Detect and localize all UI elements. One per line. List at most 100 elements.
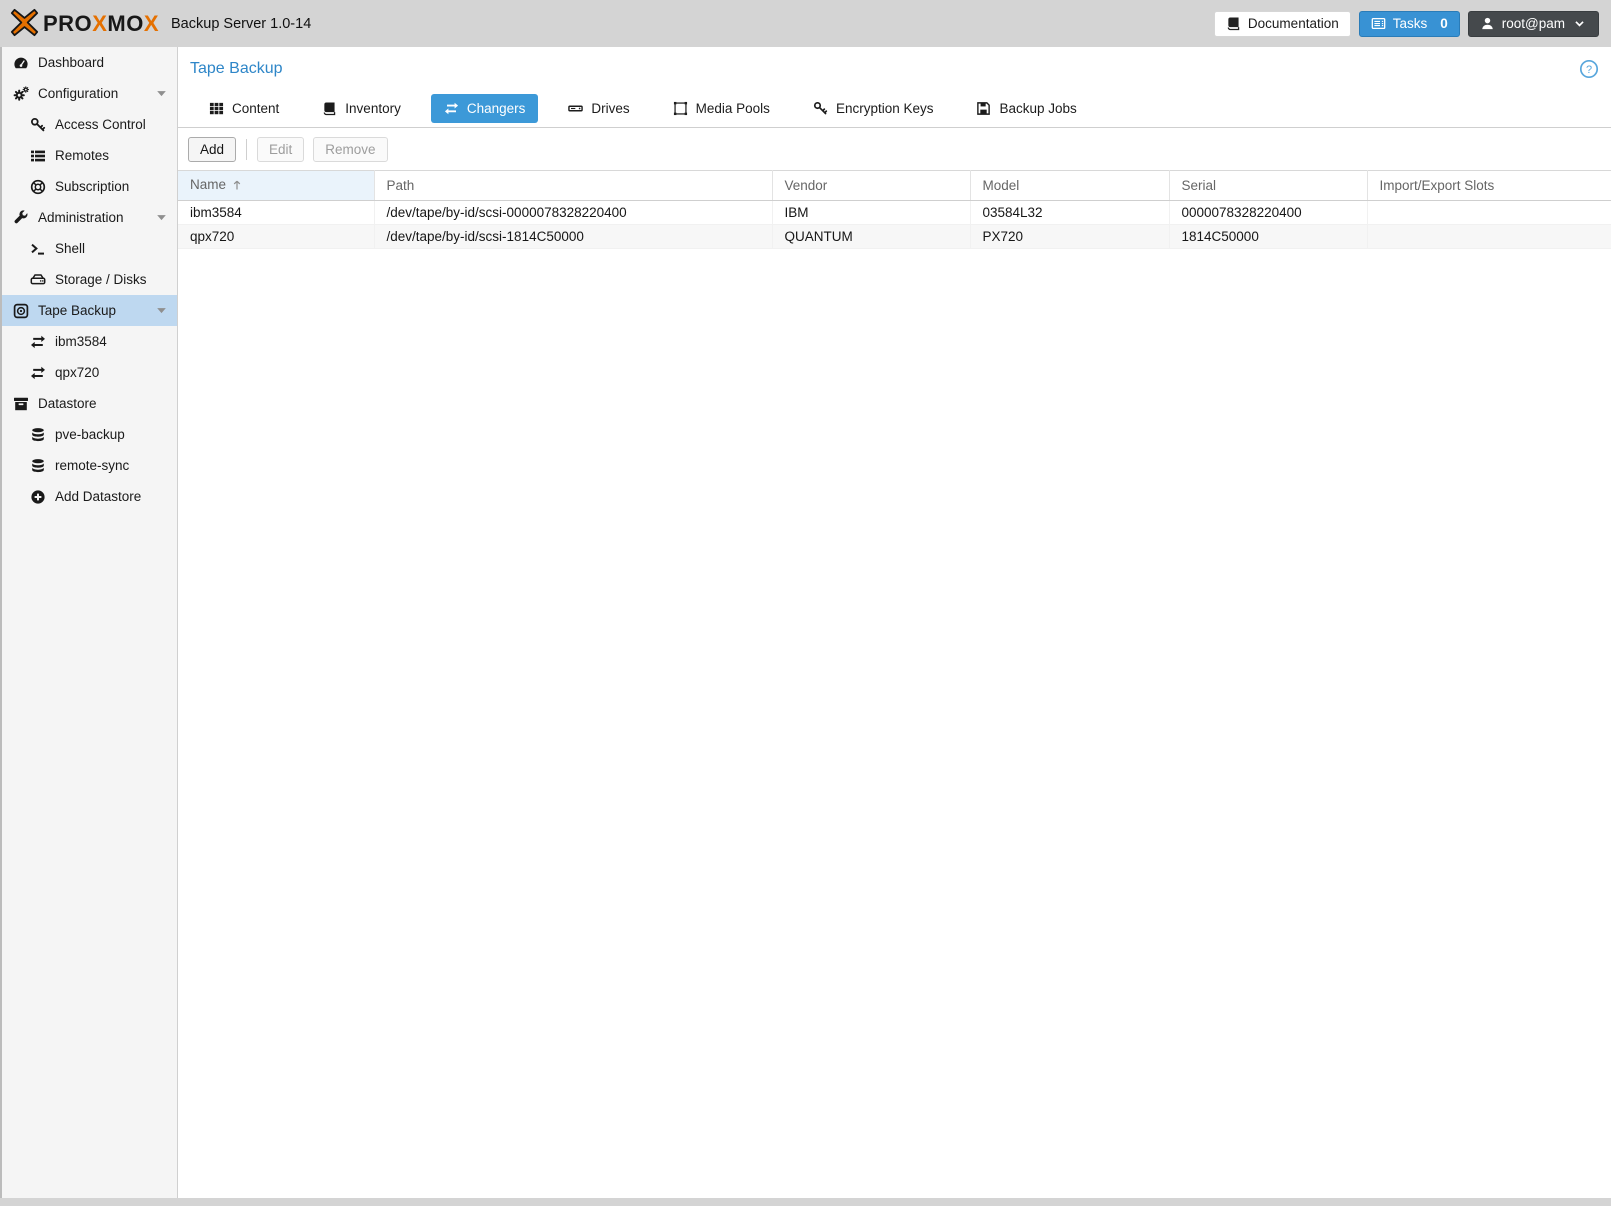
sidebar: Dashboard Configuration Access Control Remo…	[0, 47, 178, 1198]
tab-label: Drives	[591, 101, 629, 116]
remove-button[interactable]: Remove	[313, 137, 387, 162]
tree-expander-icon[interactable]	[154, 210, 169, 228]
sidebar-item-label: Tape Backup	[38, 303, 116, 318]
tab-drives[interactable]: Drives	[555, 94, 642, 123]
save-icon	[976, 101, 991, 116]
topbar-actions: Documentation Tasks 0 root@pam	[1214, 11, 1601, 37]
hdd-icon	[29, 272, 46, 288]
remotes-icon	[29, 148, 46, 164]
cell-name: ibm3584	[178, 201, 374, 225]
column-header-label: Path	[387, 178, 415, 193]
tab-bar: Content Inventory Changers Drives Media Pool…	[178, 83, 1611, 128]
table-row-ibm3584[interactable]: ibm3584/dev/tape/by-id/scsi-000007832822…	[178, 201, 1611, 225]
cell-vendor: QUANTUM	[772, 225, 970, 249]
sidebar-item-qpx720[interactable]: qpx720	[2, 357, 177, 388]
sidebar-item-label: ibm3584	[55, 334, 107, 349]
tab-media-pools[interactable]: Media Pools	[660, 94, 783, 123]
key-icon	[29, 117, 46, 133]
table-header-row: Name Path Vendor Model Serial Import/Export S…	[178, 171, 1611, 201]
tasks-button[interactable]: Tasks 0	[1359, 11, 1460, 37]
gears-icon	[12, 86, 29, 102]
tab-label: Inventory	[345, 101, 401, 116]
user-icon	[1480, 16, 1495, 31]
tree-expander-icon[interactable]	[154, 303, 169, 321]
tree-expander-icon[interactable]	[154, 86, 169, 104]
product-name: Backup Server 1.0-14	[171, 16, 311, 32]
column-header-import-export-slots[interactable]: Import/Export Slots	[1367, 171, 1611, 201]
cell-path: /dev/tape/by-id/scsi-0000078328220400	[374, 201, 772, 225]
object-group-icon	[673, 101, 688, 116]
sidebar-item-label: Storage / Disks	[55, 272, 147, 287]
tab-label: Content	[232, 101, 279, 116]
sidebar-item-label: qpx720	[55, 365, 99, 380]
cell-serial: 0000078328220400	[1169, 201, 1367, 225]
sidebar-item-label: Subscription	[55, 179, 129, 194]
dashboard-icon	[12, 55, 29, 71]
cell-serial: 1814C50000	[1169, 225, 1367, 249]
cell-vendor: IBM	[772, 201, 970, 225]
toolbar-separator	[246, 139, 247, 160]
sidebar-item-dashboard[interactable]: Dashboard	[2, 47, 177, 78]
sidebar-item-tape-backup[interactable]: Tape Backup	[2, 295, 177, 326]
sidebar-item-label: Dashboard	[38, 55, 104, 70]
database-icon	[29, 427, 46, 443]
chevron-down-icon	[1572, 16, 1587, 31]
tab-encryption-keys[interactable]: Encryption Keys	[800, 94, 947, 123]
user-label: root@pam	[1502, 16, 1565, 31]
toolbar: Add Edit Remove	[178, 128, 1611, 170]
exchange-icon	[29, 334, 46, 350]
help-button[interactable]: ?	[1579, 59, 1599, 79]
edit-button[interactable]: Edit	[257, 137, 304, 162]
content-header: Tape Backup ?	[178, 47, 1611, 83]
sidebar-item-pve-backup[interactable]: pve-backup	[2, 419, 177, 450]
sidebar-item-subscription[interactable]: Subscription	[2, 171, 177, 202]
column-header-serial[interactable]: Serial	[1169, 171, 1367, 201]
documentation-button[interactable]: Documentation	[1214, 11, 1351, 37]
sidebar-item-label: Administration	[38, 210, 124, 225]
sidebar-item-ibm3584[interactable]: ibm3584	[2, 326, 177, 357]
column-header-label: Name	[190, 177, 226, 192]
column-header-label: Model	[983, 178, 1020, 193]
sidebar-item-remotes[interactable]: Remotes	[2, 140, 177, 171]
proxmox-wordmark: PROXMOX	[43, 11, 159, 37]
tab-backup-jobs[interactable]: Backup Jobs	[963, 94, 1089, 123]
sidebar-item-add-datastore[interactable]: Add Datastore	[2, 481, 177, 512]
cell-path: /dev/tape/by-id/scsi-1814C50000	[374, 225, 772, 249]
sidebar-item-storage-disks[interactable]: Storage / Disks	[2, 264, 177, 295]
cell-import-export-slots	[1367, 201, 1611, 225]
column-header-vendor[interactable]: Vendor	[772, 171, 970, 201]
add-button[interactable]: Add	[188, 137, 236, 162]
tab-inventory[interactable]: Inventory	[309, 94, 414, 123]
archive-icon	[12, 396, 29, 412]
sidebar-item-configuration[interactable]: Configuration	[2, 78, 177, 109]
app-body: Dashboard Configuration Access Control Remo…	[0, 47, 1611, 1198]
column-header-name[interactable]: Name	[178, 171, 374, 201]
database-icon	[29, 458, 46, 474]
plus-circle-icon	[29, 489, 46, 505]
user-menu-button[interactable]: root@pam	[1468, 11, 1599, 37]
tab-label: Media Pools	[696, 101, 770, 116]
svg-text:?: ?	[1586, 64, 1592, 76]
tab-label: Encryption Keys	[836, 101, 934, 116]
tab-changers[interactable]: Changers	[431, 94, 539, 123]
sidebar-item-label: Shell	[55, 241, 85, 256]
drive-icon	[568, 101, 583, 116]
sidebar-item-label: Remotes	[55, 148, 109, 163]
cell-name: qpx720	[178, 225, 374, 249]
tasks-count-badge: 0	[1440, 16, 1448, 31]
sidebar-item-access-control[interactable]: Access Control	[2, 109, 177, 140]
sidebar-item-remote-sync[interactable]: remote-sync	[2, 450, 177, 481]
column-header-label: Import/Export Slots	[1380, 178, 1495, 193]
exchange-icon	[444, 101, 459, 116]
sidebar-item-administration[interactable]: Administration	[2, 202, 177, 233]
sidebar-item-label: Configuration	[38, 86, 118, 101]
tab-label: Changers	[467, 101, 526, 116]
table-row-qpx720[interactable]: qpx720/dev/tape/by-id/scsi-1814C50000QUA…	[178, 225, 1611, 249]
sidebar-item-shell[interactable]: Shell	[2, 233, 177, 264]
tab-content[interactable]: Content	[196, 94, 292, 123]
column-header-path[interactable]: Path	[374, 171, 772, 201]
column-header-model[interactable]: Model	[970, 171, 1169, 201]
sidebar-item-datastore[interactable]: Datastore	[2, 388, 177, 419]
proxmox-logo: PROXMOX	[10, 8, 159, 40]
wrench-icon	[12, 210, 29, 226]
